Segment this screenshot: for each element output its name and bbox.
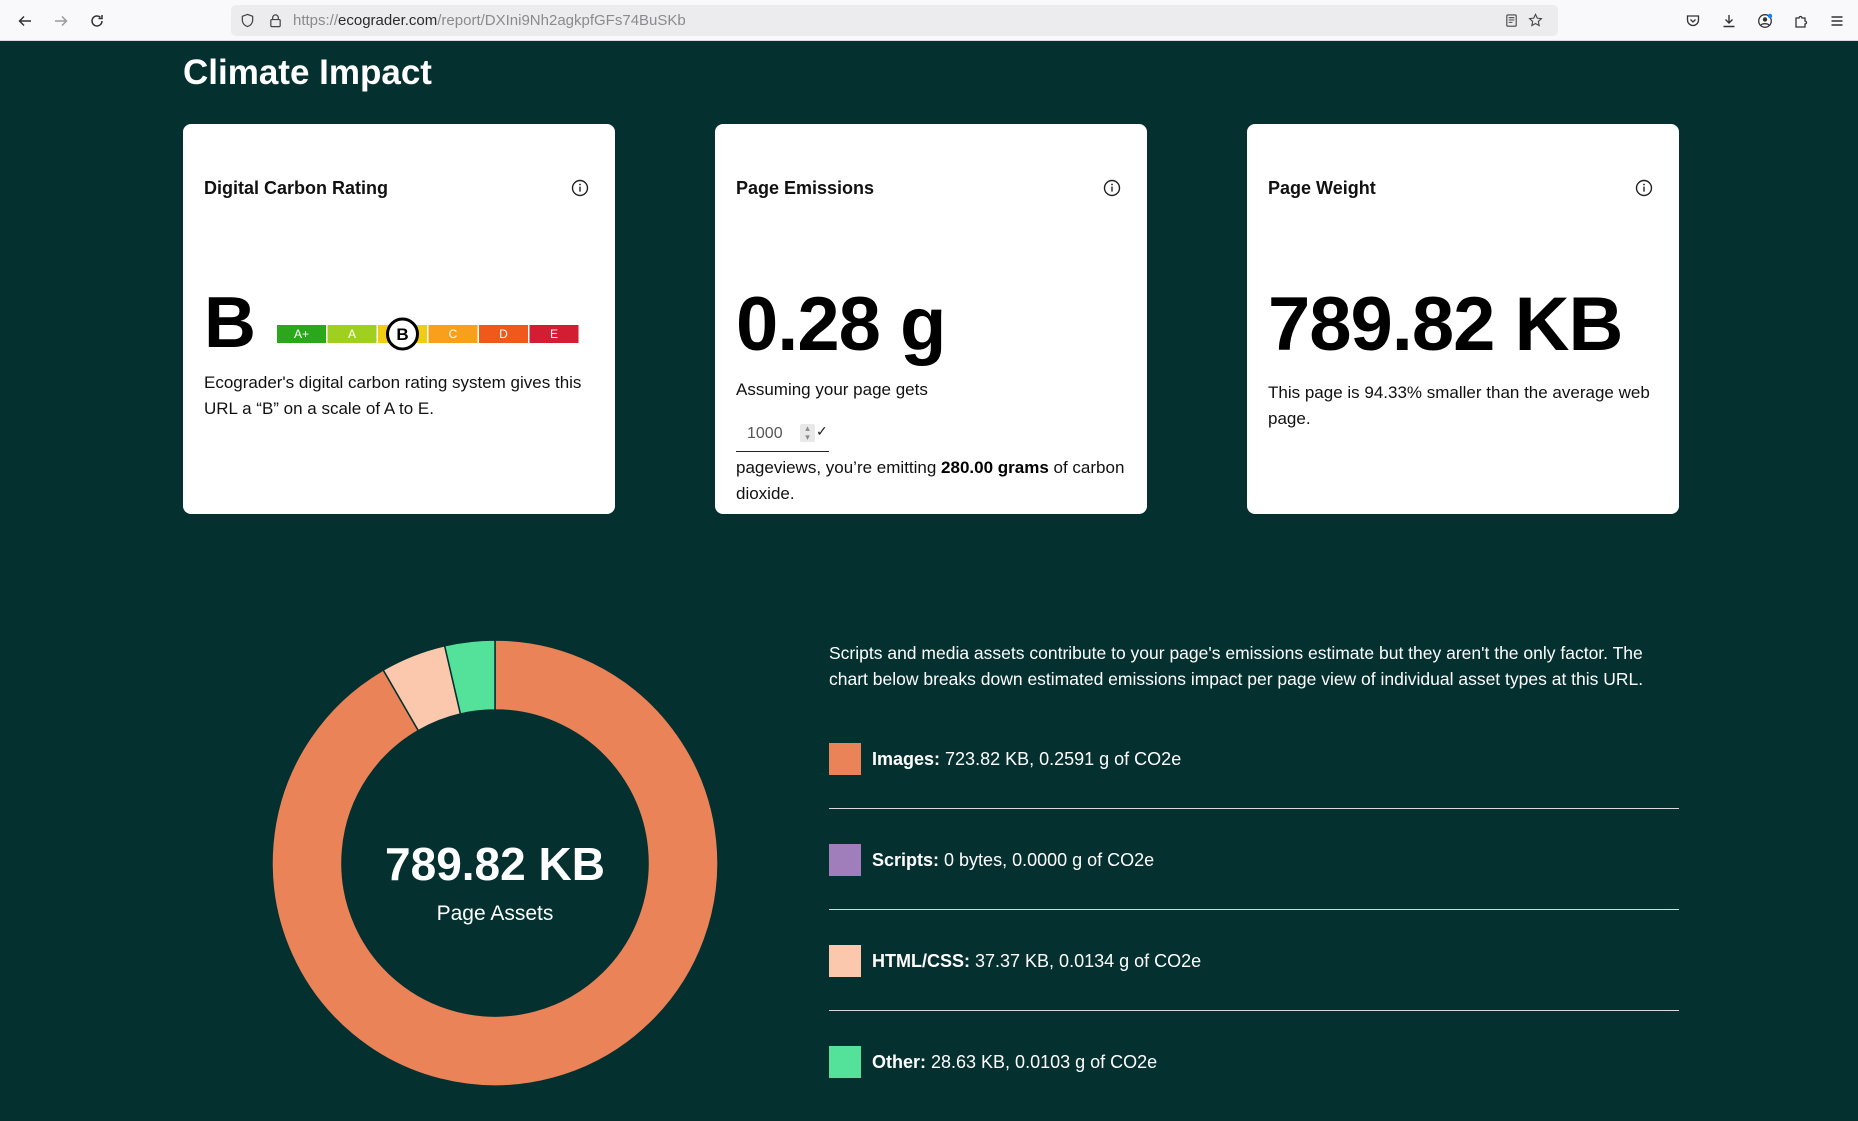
page-weight-description: This page is 94.33% smaller than the ave… (1268, 383, 1650, 428)
emissions-assumption-label: Assuming your page gets (736, 380, 928, 399)
legend-divider (829, 1010, 1679, 1011)
emissions-value: 0.28 g (736, 282, 946, 367)
pageviews-input[interactable]: 1000 ▴ ▾ ✓ (736, 412, 829, 452)
legend-item: HTML/CSS: 37.37 KB, 0.0134 g of CO2e (829, 945, 1679, 1045)
pocket-icon (1686, 15, 1700, 27)
account-button[interactable] (1752, 8, 1778, 34)
rating-segment-label: C (449, 327, 458, 341)
legend-detail: 28.63 KB, 0.0103 g of CO2e (926, 1052, 1158, 1072)
bookmark-star-icon[interactable] (1527, 12, 1544, 29)
downloads-button[interactable] (1716, 8, 1742, 34)
page-assets-donut: 789.82 KB Page Assets (271, 639, 719, 1087)
legend-detail: 0 bytes, 0.0000 g of CO2e (939, 850, 1155, 870)
download-icon (1723, 15, 1735, 28)
rating-description: Ecograder's digital carbon rating system… (204, 373, 582, 418)
info-icon[interactable] (571, 179, 589, 197)
page-title: Climate Impact (183, 53, 432, 92)
puzzle-icon (1795, 15, 1808, 28)
reload-icon (91, 15, 103, 27)
legend-swatch (829, 1046, 861, 1078)
legend-item: Images: 723.82 KB, 0.2591 g of CO2e (829, 743, 1679, 843)
number-stepper-icon[interactable]: ▴ ▾ (800, 424, 815, 442)
emissions-result-text: pageviews, you’re emitting 280.00 grams … (736, 455, 1126, 507)
lock-icon[interactable] (267, 12, 284, 29)
legend-item: Scripts: 0 bytes, 0.0000 g of CO2e (829, 844, 1679, 944)
legend-text: Scripts: 0 bytes, 0.0000 g of CO2e (872, 849, 1154, 871)
carbon-rating-card: Digital Carbon Rating B A+ A B C D E Ecograde… (183, 124, 615, 514)
rating-segment-label: A (348, 327, 356, 341)
rating-segment-label: D (499, 327, 508, 341)
legend-detail: 37.37 KB, 0.0134 g of CO2e (970, 951, 1202, 971)
page-emissions-title: Page Emissions (736, 178, 875, 198)
donut-total-value: 789.82 KB (385, 838, 605, 890)
legend-swatch (829, 844, 861, 876)
reload-button[interactable] (84, 8, 110, 34)
breakdown-description: Scripts and media assets contribute to y… (829, 643, 1644, 689)
shield-icon[interactable] (239, 12, 256, 29)
pageviews-value[interactable]: 1000 (747, 425, 783, 443)
hamburger-menu-icon (1831, 16, 1843, 26)
url-text: https://ecograder.com/report/DXIni9Nh2ag… (293, 12, 686, 29)
extensions-button[interactable] (1788, 8, 1814, 34)
page-weight-title: Page Weight (1268, 178, 1376, 198)
legend-category: HTML/CSS: (872, 951, 970, 971)
page-emissions-card: Page Emissions 0.28 g Assuming your page… (715, 124, 1147, 514)
forward-button[interactable] (48, 8, 74, 34)
legend-swatch (829, 743, 861, 775)
account-icon (1758, 13, 1773, 28)
legend-text: HTML/CSS: 37.37 KB, 0.0134 g of CO2e (872, 950, 1201, 972)
legend-detail: 723.82 KB, 0.2591 g of CO2e (940, 749, 1182, 769)
legend-item: Other: 28.63 KB, 0.0103 g of CO2e (829, 1046, 1679, 1121)
legend-category: Scripts: (872, 850, 940, 870)
rating-segment-label: E (550, 327, 558, 341)
reader-view-icon[interactable] (1503, 12, 1520, 29)
browser-toolbar: https://ecograder.com/report/DXIni9Nh2ag… (0, 0, 1858, 41)
page-weight-value: 789.82 KB (1268, 282, 1623, 367)
legend-divider (829, 909, 1679, 910)
info-icon[interactable] (1103, 179, 1121, 197)
page-weight-card: Page Weight 789.82 KB This page is 94.33… (1247, 124, 1679, 514)
legend-category: Other: (872, 1052, 926, 1072)
donut-label: Page Assets (436, 902, 554, 925)
pocket-button[interactable] (1680, 8, 1706, 34)
url-path: /report/DXIni9Nh2agkpfGFs74BuSKb (437, 12, 686, 29)
carbon-rating-title: Digital Carbon Rating (204, 178, 388, 198)
rating-letter: B (204, 283, 256, 363)
back-button[interactable] (12, 8, 38, 34)
rating-segment-label: A+ (294, 327, 309, 341)
emissions-result-amount: 280.00 grams (941, 458, 1049, 477)
checkmark-icon: ✓ (816, 423, 828, 439)
legend-swatch (829, 945, 861, 977)
legend-text: Other: 28.63 KB, 0.0103 g of CO2e (872, 1051, 1157, 1073)
selected-rating-label: B (396, 325, 408, 344)
url-host: ecograder.com (338, 12, 438, 29)
back-arrow-icon (18, 15, 31, 27)
rating-scale: A+ A B C D E (277, 317, 579, 351)
emissions-result-prefix: pageviews, you’re emitting (736, 458, 942, 477)
legend-text: Images: 723.82 KB, 0.2591 g of CO2e (872, 748, 1181, 770)
info-icon[interactable] (1635, 179, 1653, 197)
legend-divider (829, 808, 1679, 809)
menu-button[interactable] (1824, 8, 1850, 34)
forward-arrow-icon (55, 15, 68, 27)
legend-category: Images: (872, 749, 941, 769)
url-scheme: https:// (293, 12, 339, 29)
